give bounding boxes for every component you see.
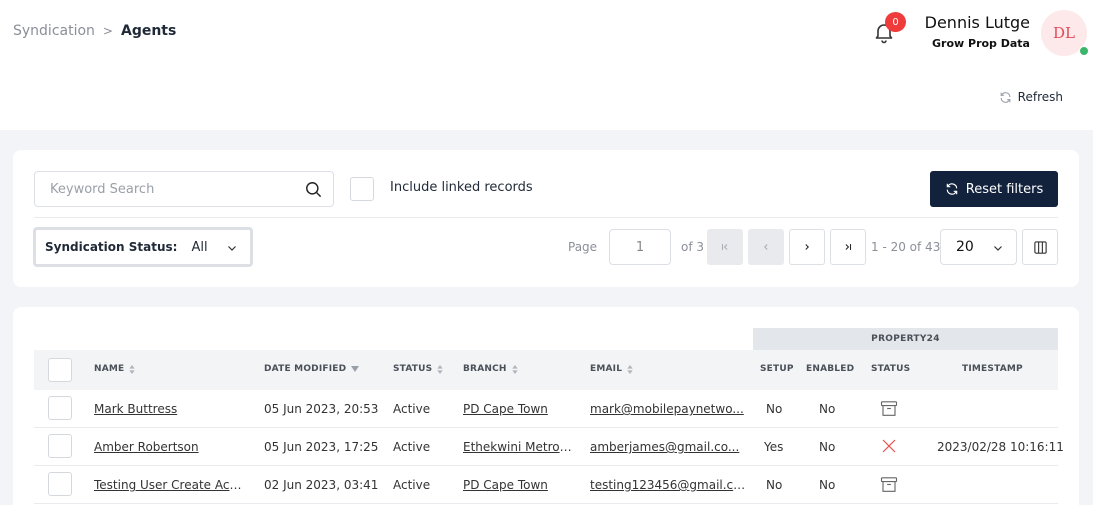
refresh-icon <box>1000 91 1011 103</box>
include-linked-label: Include linked records <box>390 180 533 195</box>
column-header-status-label: STATUS <box>393 364 433 374</box>
branch-link[interactable]: Ethekwini Metro ... <box>463 440 573 454</box>
page-toolbar: Refresh <box>0 66 1093 130</box>
notification-badge: 0 <box>885 12 906 32</box>
chevron-down-icon <box>994 246 1002 251</box>
sort-desc-icon <box>351 366 360 372</box>
next-page-button[interactable] <box>789 229 825 265</box>
column-header-date-modified[interactable]: DATE MODIFIED <box>264 364 360 374</box>
timestamp-cell: 2023/02/28 10:16:11 <box>937 440 1064 454</box>
enabled-cell: No <box>819 402 836 416</box>
date-modified-cell: 05 Jun 2023, 20:53 <box>264 402 379 416</box>
columns-icon <box>1033 240 1047 254</box>
agent-name-link[interactable]: Amber Robertson <box>94 440 254 454</box>
reset-filters-button[interactable]: Reset filters <box>930 171 1058 207</box>
search-input[interactable] <box>35 172 285 206</box>
online-status-dot <box>1079 46 1089 56</box>
setup-cell: Yes <box>764 440 784 454</box>
setup-cell: No <box>766 402 783 416</box>
search-icon[interactable] <box>304 180 323 199</box>
syndication-status-value: All <box>191 239 208 255</box>
sort-icon <box>627 364 633 374</box>
enabled-cell: No <box>819 440 836 454</box>
column-header-timestamp: TIMESTAMP <box>962 364 1023 374</box>
syndication-status-label: Syndication Status: <box>45 240 178 254</box>
reset-filters-label: Reset filters <box>965 181 1044 197</box>
search-box <box>34 171 334 207</box>
column-header-status[interactable]: STATUS <box>393 364 444 374</box>
user-org: Grow Prop Data <box>932 37 1030 50</box>
first-page-button[interactable] <box>707 229 743 265</box>
page-size-dropdown[interactable]: 20 <box>940 229 1017 265</box>
page-count-label: of 3 <box>681 240 705 254</box>
table-row: Mark Buttress 05 Jun 2023, 20:53 Active … <box>34 390 1058 428</box>
agent-name-link[interactable]: Testing User Create Acti... <box>94 478 246 492</box>
row-checkbox[interactable] <box>48 434 72 458</box>
select-all-checkbox[interactable] <box>48 358 72 382</box>
property24-group-header: PROPERTY24 <box>753 328 1058 350</box>
setup-cell: No <box>766 478 783 492</box>
column-header-setup: SETUP <box>760 364 794 374</box>
branch-link[interactable]: PD Cape Town <box>463 402 573 416</box>
archive-icon[interactable] <box>880 476 898 493</box>
breadcrumb: Syndication > Agents <box>13 23 176 39</box>
page-label: Page <box>568 240 598 254</box>
table-row: Testing User Create Acti... 02 Jun 2023,… <box>34 466 1058 504</box>
column-header-branch-label: BRANCH <box>463 364 507 374</box>
column-header-email[interactable]: EMAIL <box>590 364 633 374</box>
status-cell: Active <box>393 440 431 454</box>
include-linked-checkbox[interactable] <box>350 177 374 201</box>
chevron-right-icon: > <box>102 24 113 38</box>
column-header-p24-status: STATUS <box>871 364 911 374</box>
status-cell: Active <box>393 402 431 416</box>
last-page-icon <box>845 244 852 250</box>
branch-link[interactable]: PD Cape Town <box>463 478 573 492</box>
page-number-input[interactable] <box>609 229 671 265</box>
filter-divider <box>34 217 1058 218</box>
agent-name-link[interactable]: Mark Buttress <box>94 402 254 416</box>
email-link[interactable]: testing123456@gmail.co... <box>590 478 746 492</box>
refresh-label: Refresh <box>1017 90 1063 104</box>
chevron-down-icon <box>228 246 236 251</box>
first-page-icon <box>721 244 728 250</box>
previous-page-button[interactable] <box>748 229 784 265</box>
chevron-right-icon <box>805 244 809 250</box>
error-x-icon[interactable] <box>881 438 897 454</box>
refresh-button[interactable]: Refresh <box>999 90 1063 104</box>
column-settings-button[interactable] <box>1022 229 1058 265</box>
syndication-status-dropdown[interactable]: Syndication Status: All <box>33 227 253 267</box>
user-name: Dennis Lutge <box>924 13 1030 32</box>
page-size-value: 20 <box>956 239 974 255</box>
filter-panel: Include linked records Reset filters Syn… <box>13 150 1079 287</box>
enabled-cell: No <box>819 478 836 492</box>
email-link[interactable]: mark@mobilepaynetwo... <box>590 402 746 416</box>
date-modified-cell: 05 Jun 2023, 17:25 <box>264 440 379 454</box>
column-header-email-label: EMAIL <box>590 364 623 374</box>
breadcrumb-syndication[interactable]: Syndication <box>13 23 95 39</box>
table-row: Amber Robertson 05 Jun 2023, 17:25 Activ… <box>34 428 1064 466</box>
date-modified-cell: 02 Jun 2023, 03:41 <box>264 478 379 492</box>
table-header-row: NAME DATE MODIFIED STATUS BRANCH EMAIL S… <box>34 350 1058 390</box>
row-checkbox[interactable] <box>48 472 72 496</box>
column-header-name-label: NAME <box>94 364 125 374</box>
sort-icon <box>437 364 444 374</box>
column-header-date-label: DATE MODIFIED <box>264 364 347 374</box>
column-header-branch[interactable]: BRANCH <box>463 364 518 374</box>
record-range-label: 1 - 20 of 43 <box>871 240 941 254</box>
status-cell: Active <box>393 478 431 492</box>
agents-table: PROPERTY24 NAME DATE MODIFIED STATUS BRA… <box>13 307 1079 505</box>
chevron-left-icon <box>764 244 768 250</box>
archive-icon[interactable] <box>880 400 898 417</box>
column-header-name[interactable]: NAME <box>94 364 136 374</box>
sort-icon <box>511 364 518 374</box>
column-header-enabled: ENABLED <box>806 364 855 374</box>
row-checkbox[interactable] <box>48 396 72 420</box>
last-page-button[interactable] <box>830 229 866 265</box>
top-header: Syndication > Agents 0 Dennis Lutge Grow… <box>0 0 1093 66</box>
email-link[interactable]: amberjames@gmail.co... <box>590 440 746 454</box>
breadcrumb-current: Agents <box>120 23 177 39</box>
sort-icon <box>129 364 136 374</box>
refresh-icon <box>946 183 958 195</box>
